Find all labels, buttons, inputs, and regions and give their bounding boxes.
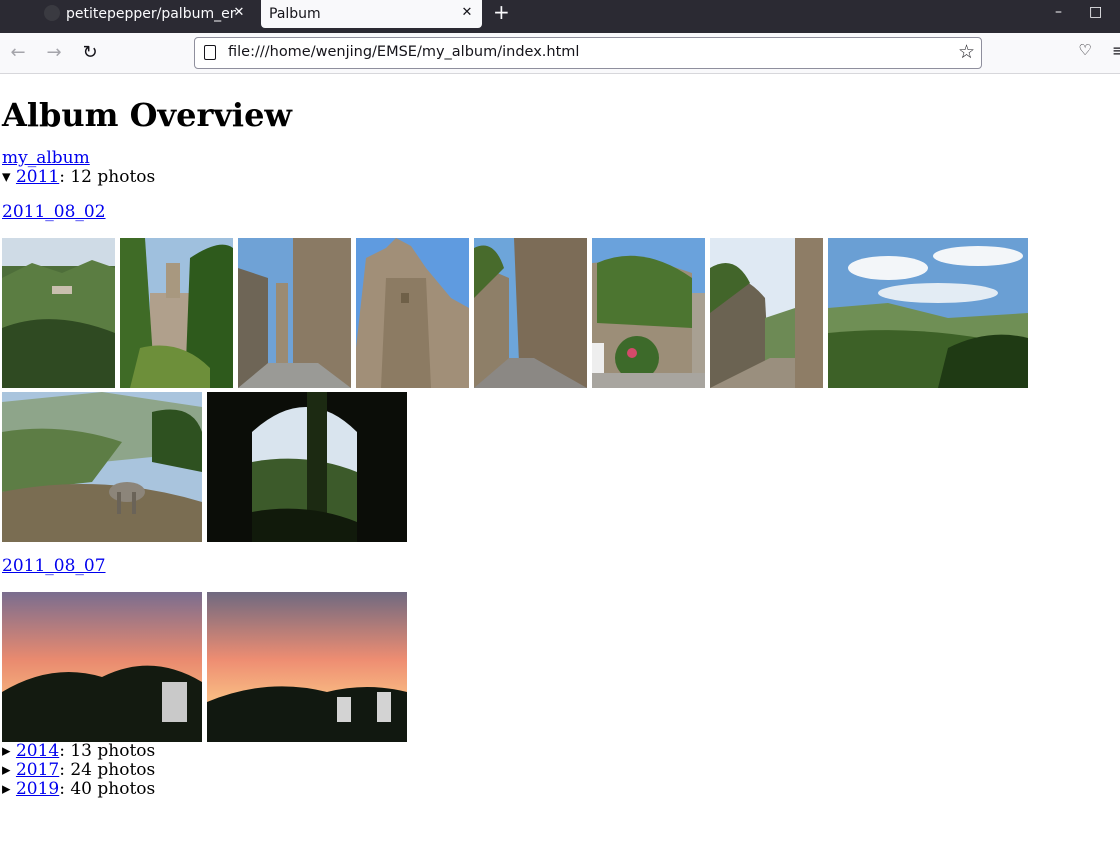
bookmark-star-icon[interactable]: ☆ bbox=[958, 41, 975, 63]
year-row-2014: ▸ 2014: 13 photos bbox=[2, 742, 1118, 761]
page-icon bbox=[204, 45, 216, 60]
maximize-button[interactable]: □ bbox=[1089, 2, 1102, 22]
github-icon bbox=[44, 5, 60, 21]
url-text[interactable]: file:///home/wenjing/EMSE/my_album/index… bbox=[228, 44, 579, 60]
new-tab-button[interactable]: + bbox=[493, 0, 510, 26]
navigation-toolbar: ← → ↻ file:///home/wenjing/EMSE/my_album… bbox=[0, 33, 1120, 74]
year-link-2014[interactable]: 2014 bbox=[16, 741, 59, 761]
url-bar[interactable]: file:///home/wenjing/EMSE/my_album/index… bbox=[194, 37, 982, 69]
album-link-2011-08-02[interactable]: 2011_08_02 bbox=[2, 202, 106, 222]
photo-grid-2011-08-07 bbox=[2, 592, 1042, 742]
page-title: Album Overview bbox=[2, 96, 292, 134]
year-count: : 12 photos bbox=[59, 167, 156, 187]
photo-thumbnail[interactable] bbox=[2, 592, 202, 742]
tab-label: petitepepper/palbum_em bbox=[66, 5, 236, 22]
close-icon[interactable]: ✕ bbox=[232, 5, 246, 20]
year-link-2017[interactable]: 2017 bbox=[16, 760, 59, 780]
minimize-button[interactable]: – bbox=[1055, 2, 1062, 22]
photo-thumbnail[interactable] bbox=[592, 238, 705, 388]
album-link-2011-08-07[interactable]: 2011_08_07 bbox=[2, 556, 106, 576]
collapsed-triangle-icon[interactable]: ▸ bbox=[2, 779, 11, 799]
photo-thumbnail[interactable] bbox=[356, 238, 469, 388]
pocket-icon[interactable]: ♡ bbox=[1076, 41, 1094, 59]
year-count: : 40 photos bbox=[59, 779, 156, 799]
forward-arrow-icon[interactable]: → bbox=[42, 41, 66, 65]
photo-thumbnail[interactable] bbox=[828, 238, 1028, 388]
year-link-2019[interactable]: 2019 bbox=[16, 779, 59, 799]
photo-thumbnail[interactable] bbox=[120, 238, 233, 388]
photo-thumbnail[interactable] bbox=[2, 238, 115, 388]
tab-label: Palbum bbox=[269, 6, 321, 22]
photo-thumbnail[interactable] bbox=[710, 238, 823, 388]
collapsed-triangle-icon[interactable]: ▸ bbox=[2, 760, 11, 780]
photo-thumbnail[interactable] bbox=[238, 238, 351, 388]
photo-thumbnail[interactable] bbox=[474, 238, 587, 388]
menu-icon[interactable]: ≡ bbox=[1112, 41, 1120, 60]
photo-thumbnail[interactable] bbox=[207, 592, 407, 742]
reload-icon[interactable]: ↻ bbox=[78, 41, 102, 65]
root-album-link[interactable]: my_album bbox=[2, 148, 90, 168]
tab-github[interactable]: petitepepper/palbum_em ✕ bbox=[40, 0, 254, 27]
photo-grid-2011-08-02 bbox=[2, 238, 1042, 546]
page-content: Album Overview my_album ▾ 2011: 12 photo… bbox=[2, 74, 1118, 799]
year-row-2011: ▾ 2011: 12 photos bbox=[2, 168, 1118, 187]
tab-palbum[interactable]: Palbum ✕ bbox=[261, 0, 482, 28]
expanded-triangle-icon[interactable]: ▾ bbox=[2, 167, 11, 187]
year-count: : 24 photos bbox=[59, 760, 156, 780]
year-row-2017: ▸ 2017: 24 photos bbox=[2, 761, 1118, 780]
photo-thumbnail[interactable] bbox=[2, 392, 202, 542]
back-arrow-icon[interactable]: ← bbox=[6, 41, 30, 65]
year-row-2019: ▸ 2019: 40 photos bbox=[2, 780, 1118, 799]
photo-thumbnail[interactable] bbox=[207, 392, 407, 542]
close-icon[interactable]: ✕ bbox=[460, 5, 474, 20]
collapsed-triangle-icon[interactable]: ▸ bbox=[2, 741, 11, 761]
year-link-2011[interactable]: 2011 bbox=[16, 167, 59, 187]
tab-bar: petitepepper/palbum_em ✕ Palbum ✕ + – □ bbox=[0, 0, 1120, 33]
year-count: : 13 photos bbox=[59, 741, 156, 761]
